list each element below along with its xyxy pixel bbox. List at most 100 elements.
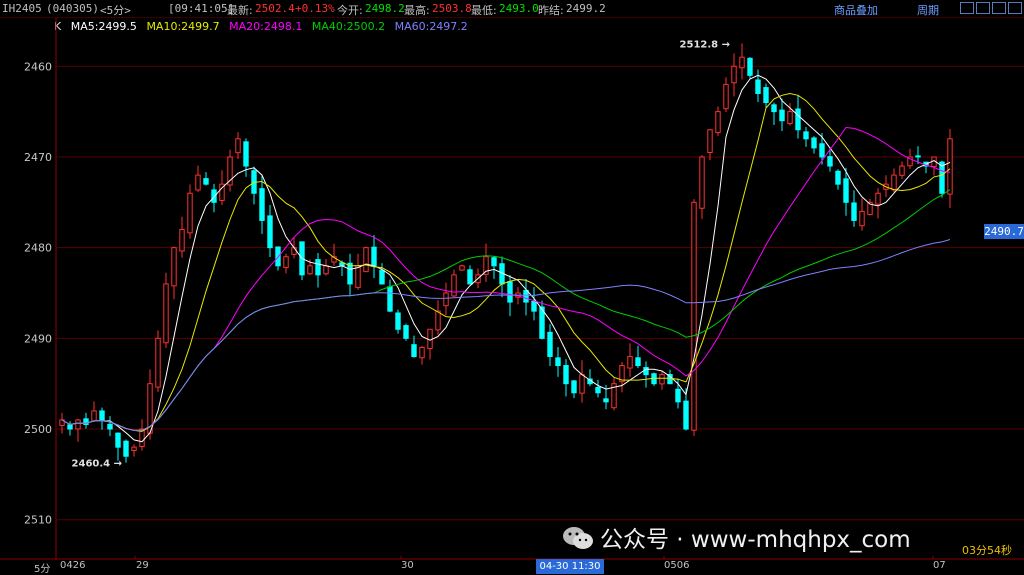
candle-down <box>811 137 817 149</box>
kline-chart[interactable]: 2510 2500 2490 2480 2470 2460 2512.8 → 2460.4 → <box>0 0 1024 560</box>
candle-up <box>899 165 905 176</box>
candle-up <box>627 355 633 369</box>
time-label-30: 30 <box>401 560 414 571</box>
candle-down <box>827 156 833 167</box>
candle-up <box>699 156 705 209</box>
candle-down <box>523 289 529 303</box>
candle-down <box>491 257 497 267</box>
candle-up <box>419 346 425 359</box>
low-annotation: 2460.4 → <box>72 459 122 470</box>
candle-down <box>555 357 561 367</box>
time-label-29: 29 <box>136 560 149 571</box>
time-label-0426: 0426 <box>60 560 86 571</box>
candle-down <box>635 357 641 367</box>
candle-down <box>771 104 777 113</box>
candle-down <box>531 300 537 312</box>
candle-down <box>395 312 401 330</box>
candle-down <box>347 262 353 285</box>
candle-down <box>259 188 265 221</box>
y-tick-label: 2480 <box>24 242 52 255</box>
y-tick-label: 2460 <box>24 60 52 73</box>
candle-up <box>131 446 137 451</box>
candle-down <box>563 365 569 385</box>
candle-down <box>267 215 273 249</box>
candle-down <box>675 388 681 403</box>
candle-up <box>155 337 161 388</box>
ma40-line <box>61 189 951 431</box>
time-label-07: 07 <box>933 560 946 571</box>
candle-up <box>179 229 185 252</box>
candle-down <box>683 400 689 430</box>
candle-up <box>691 201 697 431</box>
candle-up <box>363 247 369 273</box>
high-annotation: 2512.8 → <box>680 39 730 50</box>
watermark-text: 公众号 · www-mhqhpx_com <box>600 527 911 553</box>
candle-up <box>187 192 193 234</box>
candle-down <box>67 424 73 430</box>
candle-up <box>195 174 201 191</box>
candle-down <box>123 440 129 457</box>
candle-down <box>779 109 785 122</box>
ma60-line <box>61 239 951 431</box>
candle-down <box>387 286 393 312</box>
candle-up <box>235 138 241 154</box>
candle-up <box>307 265 313 275</box>
candle-up <box>707 129 713 154</box>
watermark: 公众号 · www-mhqhpx_com <box>562 520 911 554</box>
candle-up <box>723 83 729 110</box>
candle-down <box>115 432 121 448</box>
candle-up <box>875 192 881 205</box>
bar-countdown: 03分54秒 <box>962 544 1012 557</box>
candle-down <box>107 423 113 430</box>
time-axis: 5分 0426 29 30 0506 07 <box>0 560 1024 575</box>
candle-down <box>939 161 945 194</box>
candle-down <box>507 281 513 303</box>
current-price-tag: 2490.7 <box>984 224 1024 239</box>
candle-down <box>851 202 857 221</box>
time-cursor-label: 04-30 11:30 <box>536 559 604 574</box>
candle-up <box>427 328 433 349</box>
wechat-icon <box>563 527 593 549</box>
candle-down <box>915 155 921 158</box>
candle-down <box>643 367 649 376</box>
candle-up <box>579 374 585 394</box>
candle-up <box>283 256 289 269</box>
candle-up <box>891 174 897 191</box>
candle-up <box>459 265 465 271</box>
candle-down <box>747 57 753 76</box>
candle-up <box>91 410 97 422</box>
candle-down <box>819 143 825 158</box>
candle-down <box>411 344 417 357</box>
candle-down <box>379 269 385 285</box>
candle-down <box>99 410 105 421</box>
candle-up <box>715 111 721 134</box>
y-tick-label: 2510 <box>24 514 52 527</box>
candle-up <box>659 374 665 385</box>
candle-down <box>603 398 609 403</box>
candle-down <box>795 108 801 131</box>
candle-up <box>947 138 953 195</box>
candle-down <box>211 189 217 203</box>
candle-down <box>203 178 209 185</box>
candle-up <box>171 247 177 287</box>
candle-up <box>739 56 745 69</box>
time-label-0506: 0506 <box>664 560 690 571</box>
y-tick-label: 2500 <box>24 423 52 436</box>
candle-up <box>859 210 865 227</box>
candle-down <box>755 79 761 94</box>
candle-up <box>323 265 329 275</box>
candle-up <box>291 247 297 255</box>
candle-down <box>371 246 377 267</box>
candle-up <box>443 292 449 307</box>
candle-down <box>803 131 809 140</box>
ma20-line <box>61 126 951 431</box>
candle-down <box>571 380 577 394</box>
candle-down <box>243 141 249 167</box>
candle-down <box>835 170 841 185</box>
candle-down <box>403 325 409 339</box>
candle-down <box>315 259 321 276</box>
candle-down <box>547 331 553 357</box>
candle-up <box>75 419 81 430</box>
time-period-label: 5分 <box>34 564 51 575</box>
candle-down <box>843 178 849 203</box>
